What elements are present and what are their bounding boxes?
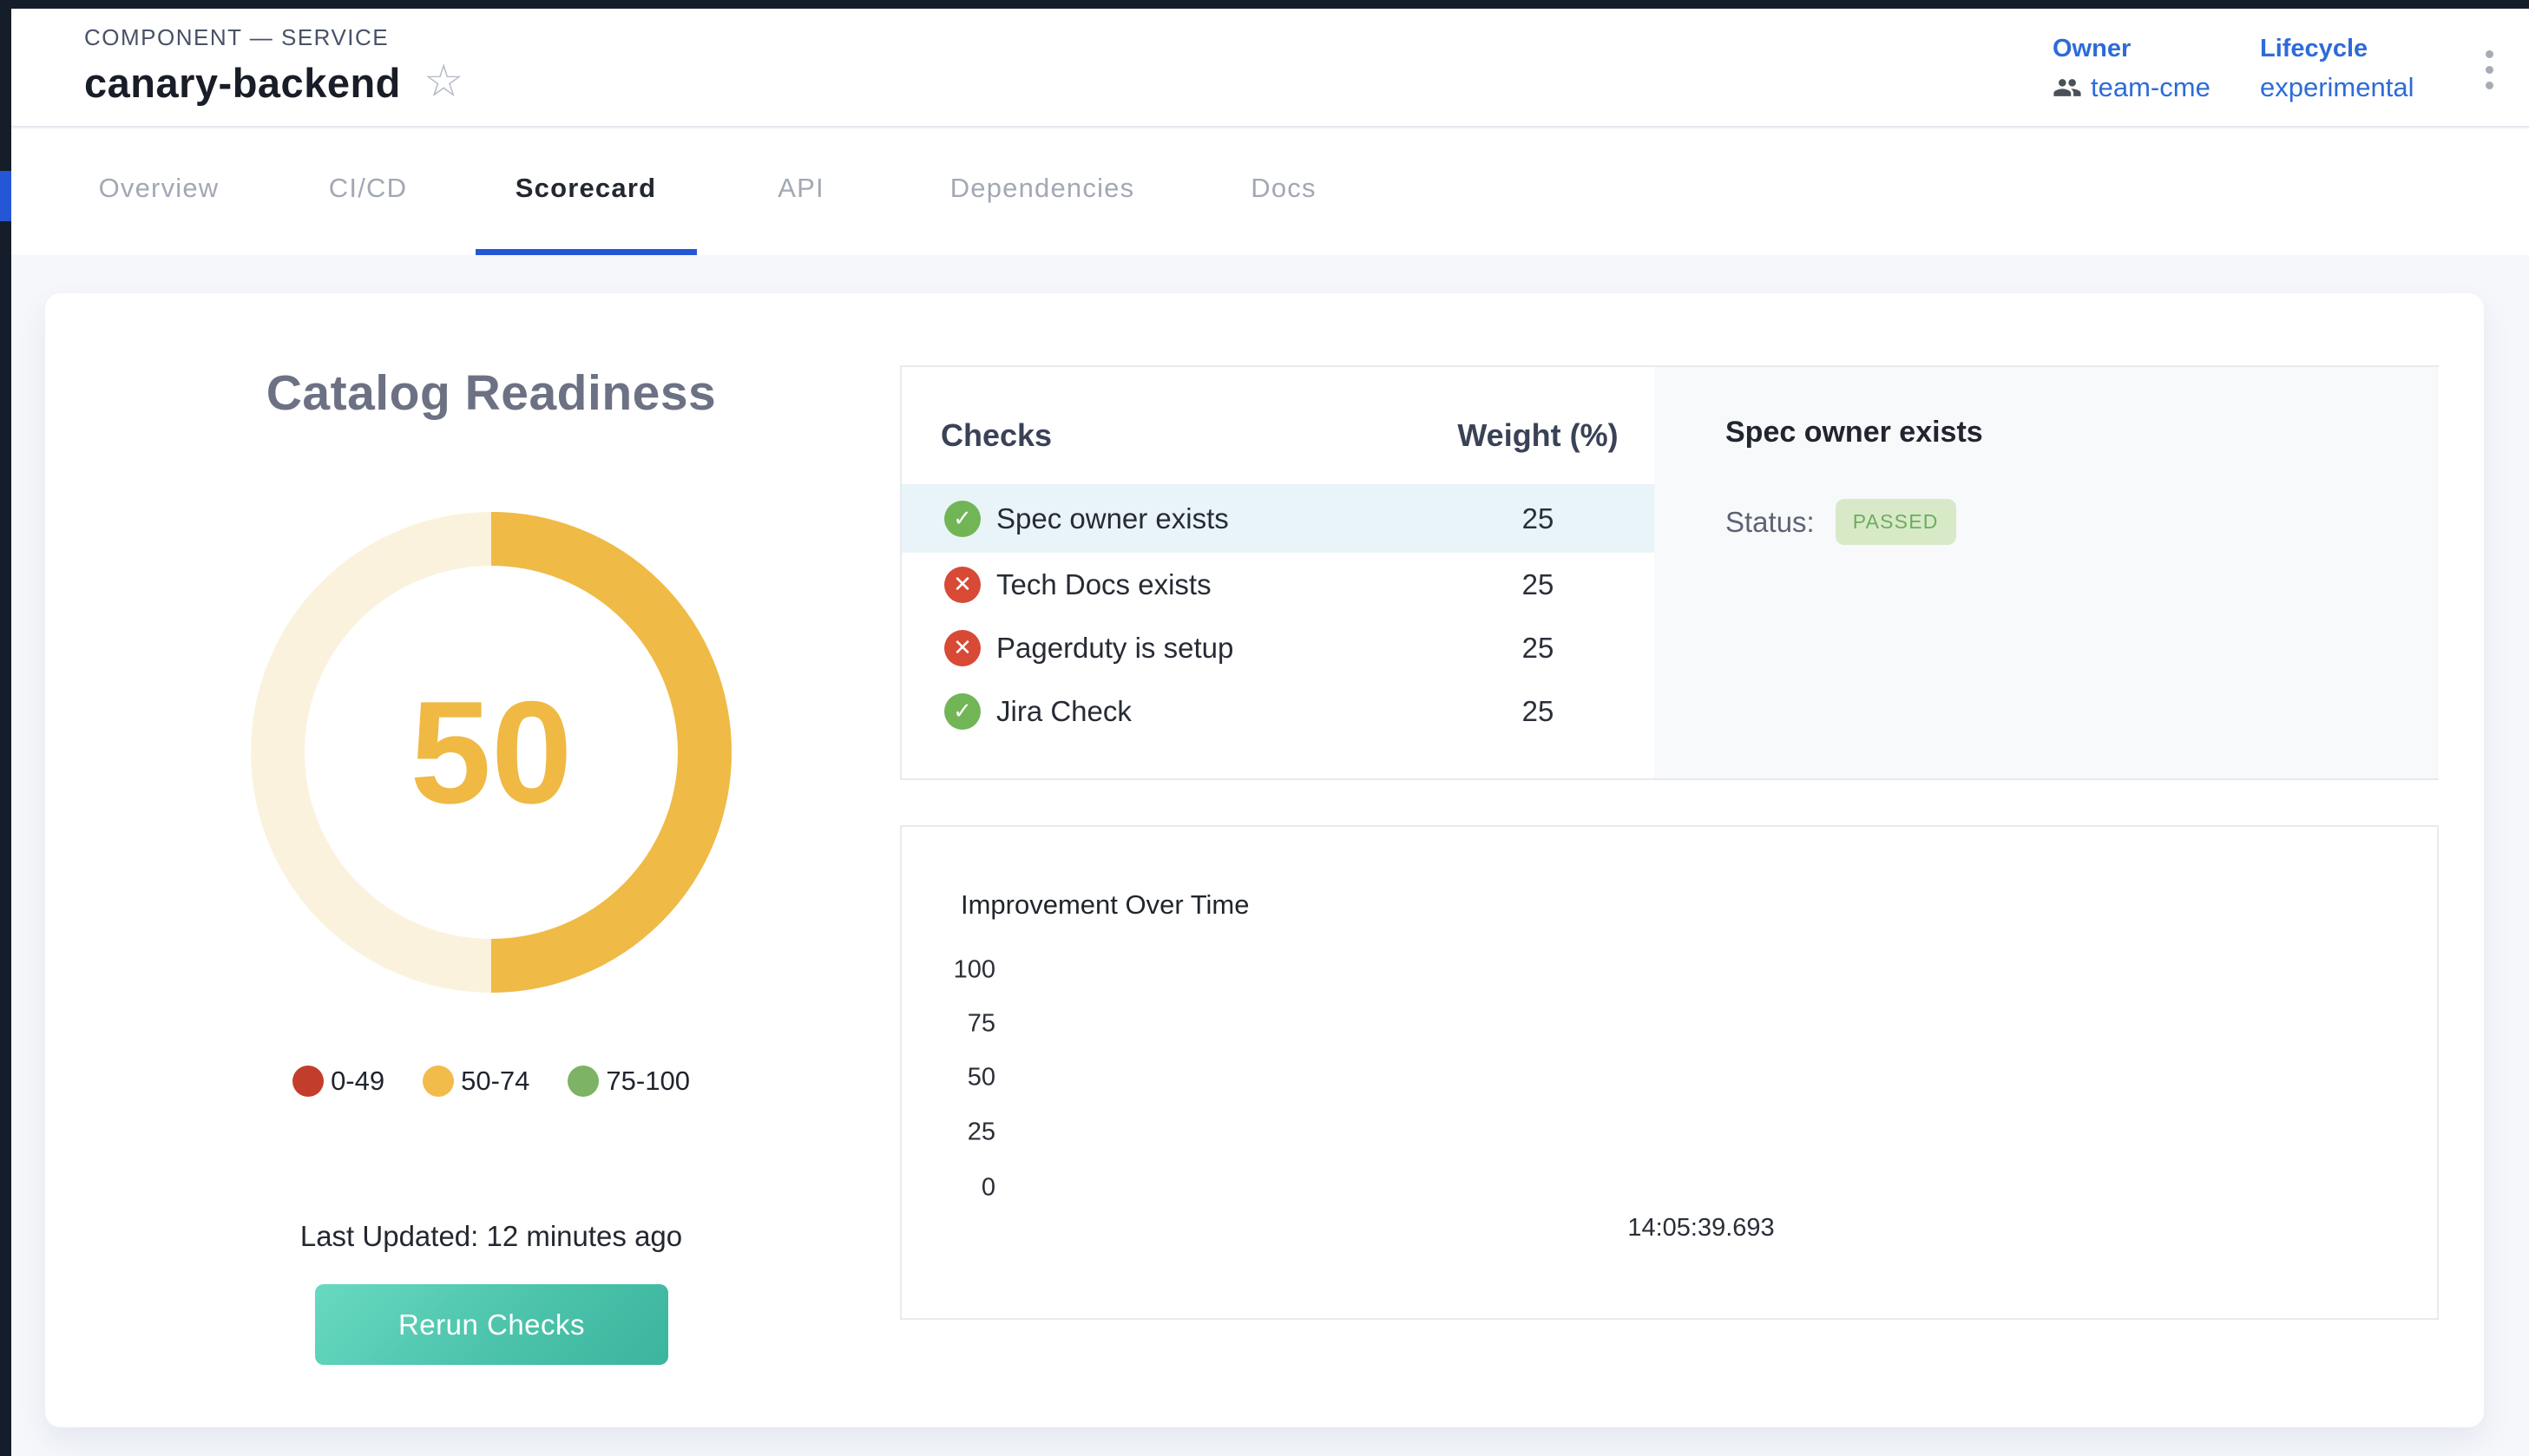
tab-overview[interactable]: Overview [99, 173, 220, 204]
weight-column-header: Weight (%) [1434, 417, 1642, 454]
tab-cicd[interactable]: CI/CD [329, 173, 407, 204]
x-axis-tick: 14:05:39.693 [1627, 1214, 1774, 1243]
scorecard-card: Catalog Readiness 50 0-49 50-74 75-100 L… [45, 293, 2484, 1427]
legend-label: 75-100 [606, 1066, 690, 1097]
check-row-jira[interactable]: ✓ Jira Check 25 [902, 679, 1654, 743]
check-row-pagerduty[interactable]: ✕ Pagerduty is setup 25 [902, 616, 1654, 679]
owner-link[interactable]: team-cme [2091, 72, 2210, 103]
improvement-chart-panel: Improvement Over Time 100 75 50 25 0 14:… [900, 825, 2439, 1320]
sidebar-strip [0, 0, 11, 1456]
check-weight: 25 [1434, 568, 1642, 601]
owner-value-row[interactable]: team-cme [2053, 72, 2210, 103]
owner-label: Owner [2053, 35, 2210, 63]
tab-bar: Overview CI/CD Scorecard API Dependencie… [11, 129, 2529, 255]
legend-dot-red [292, 1066, 324, 1097]
breadcrumb: COMPONENT — SERVICE [84, 24, 389, 51]
entity-header: COMPONENT — SERVICE canary-backend ☆ Own… [11, 9, 2529, 128]
window-top-edge [0, 0, 2529, 9]
tab-scorecard[interactable]: Scorecard [516, 173, 656, 204]
owner-block: Owner team-cme [2053, 35, 2210, 103]
check-name: Pagerduty is setup [996, 632, 1233, 665]
check-detail-panel: Spec owner exists Status: PASSED [1654, 367, 2439, 778]
scorecard-title: Catalog Readiness [45, 364, 937, 422]
score-legend: 0-49 50-74 75-100 [45, 1066, 937, 1097]
active-tab-indicator [476, 249, 697, 255]
y-axis-tick: 25 [902, 1118, 995, 1147]
check-detail-title: Spec owner exists [1725, 416, 1983, 449]
check-name: Tech Docs exists [996, 568, 1212, 601]
legend-dot-green [568, 1066, 599, 1097]
legend-item-mid: 50-74 [423, 1066, 529, 1097]
status-badge: PASSED [1836, 499, 1956, 545]
gauge-value: 50 [251, 512, 732, 993]
legend-label: 0-49 [331, 1066, 384, 1097]
check-weight: 25 [1434, 632, 1642, 665]
check-name: Spec owner exists [996, 502, 1229, 535]
legend-item-low: 0-49 [292, 1066, 384, 1097]
check-name: Jira Check [996, 695, 1132, 728]
score-gauge: 50 [251, 512, 732, 993]
y-axis-tick: 0 [902, 1174, 995, 1203]
lifecycle-block: Lifecycle experimental [2260, 35, 2414, 103]
y-axis-tick: 100 [902, 956, 995, 985]
rerun-checks-button[interactable]: Rerun Checks [315, 1284, 668, 1365]
page-title: canary-backend [84, 59, 401, 107]
lifecycle-value: experimental [2260, 72, 2414, 103]
check-row-tech-docs[interactable]: ✕ Tech Docs exists 25 [902, 553, 1654, 616]
check-row-spec-owner[interactable]: ✓ Spec owner exists 25 [902, 484, 1654, 553]
check-passed-icon: ✓ [944, 501, 981, 537]
check-weight: 25 [1434, 502, 1642, 535]
entity-title-row: canary-backend ☆ [84, 59, 464, 107]
y-axis-tick: 75 [902, 1010, 995, 1039]
favorite-star-icon[interactable]: ☆ [424, 59, 464, 104]
sidebar-active-indicator [0, 171, 11, 221]
legend-item-high: 75-100 [568, 1066, 690, 1097]
checks-column-header: Checks [941, 417, 1052, 454]
y-axis-tick: 50 [902, 1064, 995, 1092]
legend-dot-amber [423, 1066, 454, 1097]
check-weight: 25 [1434, 695, 1642, 728]
people-icon [2053, 73, 2082, 102]
tab-dependencies[interactable]: Dependencies [950, 173, 1135, 204]
lifecycle-label: Lifecycle [2260, 35, 2414, 63]
checks-panel: Checks Weight (%) ✓ Spec owner exists 25… [900, 365, 2439, 780]
check-passed-icon: ✓ [944, 693, 981, 730]
check-failed-icon: ✕ [944, 567, 981, 603]
check-failed-icon: ✕ [944, 630, 981, 666]
more-options-icon[interactable] [2480, 45, 2499, 95]
status-label: Status: [1725, 506, 1815, 539]
tab-api[interactable]: API [778, 173, 824, 204]
legend-label: 50-74 [461, 1066, 529, 1097]
last-updated-text: Last Updated: 12 minutes ago [45, 1220, 937, 1253]
tab-docs[interactable]: Docs [1251, 173, 1316, 204]
gauge-column: Catalog Readiness 50 0-49 50-74 75-100 L… [45, 293, 937, 1427]
chart-title: Improvement Over Time [961, 889, 1249, 921]
checks-rows: ✓ Spec owner exists 25 ✕ Tech Docs exist… [902, 484, 1654, 743]
check-status-row: Status: PASSED [1725, 499, 1956, 545]
